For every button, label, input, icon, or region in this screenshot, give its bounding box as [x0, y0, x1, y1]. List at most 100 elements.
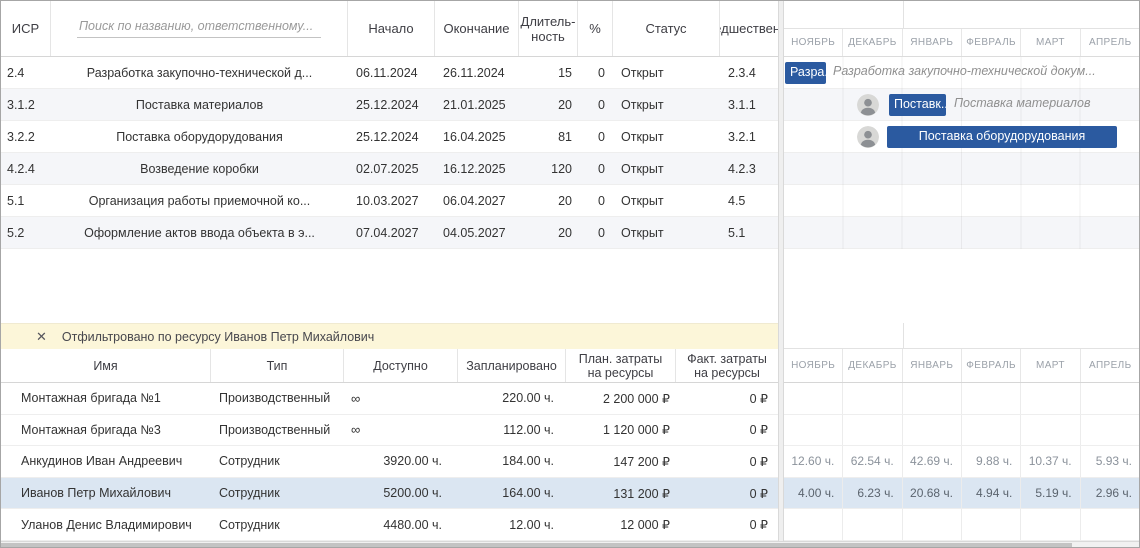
resource-row-selected[interactable]: Иванов Петр Михайлович Сотрудник 5200.00…: [1, 478, 778, 510]
search-input[interactable]: [77, 19, 321, 38]
usage-cell: 5.19 ч.: [1021, 478, 1080, 509]
resource-available: 3920.00 ч.: [344, 454, 458, 468]
horizontal-scrollbar-thumb[interactable]: [1, 543, 1072, 548]
resource-planned: 164.00 ч.: [458, 486, 566, 500]
usage-cell: [1081, 415, 1140, 446]
month-label: НОЯБРЬ: [784, 349, 843, 382]
resource-name: Уланов Денис Владимирович: [1, 518, 211, 532]
task-row[interactable]: 5.1 Организация работы приемочной ко... …: [1, 185, 778, 217]
task-percent: 0: [578, 98, 613, 112]
resource-available: ∞: [344, 422, 458, 437]
task-table-empty-area: [1, 249, 778, 323]
task-start: 25.12.2024: [348, 98, 435, 112]
month-label: ЯНВАРЬ: [903, 29, 962, 56]
task-wbs: 5.2: [1, 226, 51, 240]
resource-row[interactable]: Монтажная бригада №3 Производственный ∞ …: [1, 415, 778, 447]
usage-cell: [903, 383, 962, 414]
gantt-bar-caption: Разработка закупочно-технической докум..…: [833, 64, 1096, 78]
resource-planned: 12.00 ч.: [458, 518, 566, 532]
task-status[interactable]: Открыт: [613, 130, 720, 144]
gantt-chart: Разра... Разработка закупочно-техническо…: [784, 57, 1140, 249]
resource-type-header: Тип: [211, 349, 344, 382]
task-name: Организация работы приемочной ко...: [51, 194, 348, 208]
task-row[interactable]: 5.2 Оформление актов ввода объекта в э..…: [1, 217, 778, 249]
usage-cell: [1081, 509, 1140, 540]
month-label: АПРЕЛЬ: [1081, 29, 1140, 56]
resource-row[interactable]: Уланов Денис Владимирович Сотрудник 4480…: [1, 509, 778, 541]
gantt-year-row: [784, 1, 1140, 29]
gantt-bar[interactable]: Поставк...: [889, 94, 946, 116]
resource-planned: 220.00 ч.: [458, 391, 566, 405]
percent-column-header: %: [578, 1, 613, 56]
usage-cell: [1021, 415, 1080, 446]
task-status[interactable]: Открыт: [613, 162, 720, 176]
month-label: МАРТ: [1021, 349, 1080, 382]
task-end: 16.04.2025: [435, 130, 519, 144]
gantt-row: [784, 185, 1140, 217]
usage-cell: 2.96 ч.: [1081, 478, 1140, 509]
task-row[interactable]: 3.2.2 Поставка оборудорудования 25.12.20…: [1, 121, 778, 153]
duration-column-header: Длитель-ность: [519, 1, 578, 56]
usage-cell: 4.00 ч.: [784, 478, 843, 509]
resource-name: Иванов Петр Михайлович: [1, 486, 211, 500]
task-end: 16.12.2025: [435, 162, 519, 176]
task-row[interactable]: 4.2.4 Возведение коробки 02.07.2025 16.1…: [1, 153, 778, 185]
right-pane: НОЯБРЬ ДЕКАБРЬ ЯНВАРЬ ФЕВРАЛЬ МАРТ АПРЕЛ…: [784, 1, 1140, 541]
task-wbs: 3.1.2: [1, 98, 51, 112]
task-duration: 20: [519, 98, 578, 112]
usage-cell: 9.88 ч.: [962, 446, 1021, 477]
usage-cell: 42.69 ч.: [903, 446, 962, 477]
clear-filter-icon[interactable]: ✕: [36, 330, 47, 343]
task-status[interactable]: Открыт: [613, 66, 720, 80]
month-label: МАРТ: [1021, 29, 1080, 56]
task-start: 07.04.2027: [348, 226, 435, 240]
usage-row-selected: 4.00 ч. 6.23 ч. 20.68 ч. 4.94 ч. 5.19 ч.…: [784, 478, 1140, 510]
usage-cell: 5.93 ч.: [1081, 446, 1140, 477]
task-row[interactable]: 2.4 Разработка закупочно-технической д..…: [1, 57, 778, 89]
resource-type: Сотрудник: [211, 486, 344, 500]
usage-month-header: НОЯБРЬ ДЕКАБРЬ ЯНВАРЬ ФЕВРАЛЬ МАРТ АПРЕЛ…: [784, 349, 1140, 383]
name-column-header: [51, 1, 348, 56]
gantt-bar-caption: Поставка материалов: [954, 96, 1090, 110]
resource-row[interactable]: Монтажная бригада №1 Производственный ∞ …: [1, 383, 778, 415]
task-status[interactable]: Открыт: [613, 194, 720, 208]
task-predecessor: 4.5: [720, 194, 778, 208]
task-name: Возведение коробки: [51, 162, 348, 176]
task-duration: 20: [519, 226, 578, 240]
task-wbs: 4.2.4: [1, 162, 51, 176]
left-pane: ИСР Начало Окончание Длитель-ность % Ста…: [1, 1, 778, 541]
usage-grid: 12.60 ч. 62.54 ч. 42.69 ч. 9.88 ч. 10.37…: [784, 383, 1140, 541]
usage-cell: [903, 509, 962, 540]
gantt-bar[interactable]: Разра...: [785, 62, 826, 84]
task-status[interactable]: Открыт: [613, 98, 720, 112]
month-label: НОЯБРЬ: [784, 29, 843, 56]
month-label: АПРЕЛЬ: [1081, 349, 1140, 382]
task-predecessor: 2.3.4: [720, 66, 778, 80]
task-percent: 0: [578, 226, 613, 240]
task-start: 02.07.2025: [348, 162, 435, 176]
usage-cell: [843, 383, 902, 414]
task-end: 21.01.2025: [435, 98, 519, 112]
project-app-window: ИСР Начало Окончание Длитель-ность % Ста…: [0, 0, 1140, 548]
usage-cell: [1021, 383, 1080, 414]
resource-planned-header: Запланировано: [458, 349, 566, 382]
resource-available: 4480.00 ч.: [344, 518, 458, 532]
usage-row: [784, 383, 1140, 415]
usage-cell: 62.54 ч.: [843, 446, 902, 477]
usage-cell: 20.68 ч.: [903, 478, 962, 509]
resource-row[interactable]: Анкудинов Иван Андреевич Сотрудник 3920.…: [1, 446, 778, 478]
task-status[interactable]: Открыт: [613, 226, 720, 240]
assignee-avatar: [857, 94, 879, 116]
usage-cell: [784, 415, 843, 446]
task-row[interactable]: 3.1.2 Поставка материалов 25.12.2024 21.…: [1, 89, 778, 121]
resource-name: Анкудинов Иван Андреевич: [1, 454, 211, 468]
resource-fact-cost: 0 ₽: [676, 454, 778, 469]
resource-fact-cost: 0 ₽: [676, 486, 778, 501]
end-column-header: Окончание: [435, 1, 519, 56]
resource-plan-cost: 131 200 ₽: [566, 486, 676, 501]
status-column-header: Статус: [613, 1, 720, 56]
usage-cell: [962, 383, 1021, 414]
gantt-bar[interactable]: Поставка оборудорудования: [887, 126, 1117, 148]
gantt-row: Поставка оборудорудования: [784, 121, 1140, 153]
resource-type: Производственный: [211, 423, 344, 437]
